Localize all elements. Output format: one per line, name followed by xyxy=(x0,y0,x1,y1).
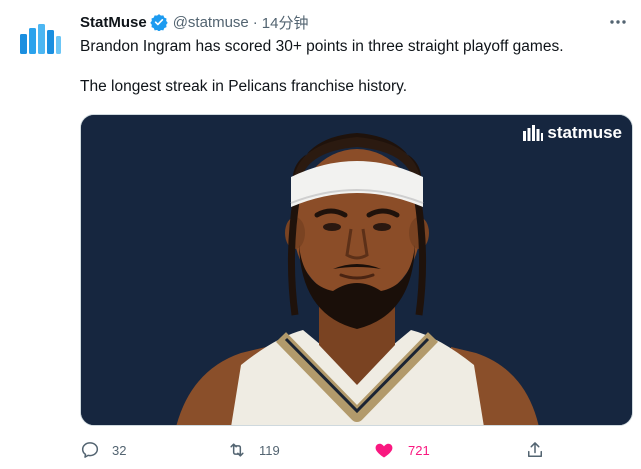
tweet-header: StatMuse @statmuse · 14分钟 xyxy=(80,10,625,34)
statmuse-logo-icon xyxy=(20,24,61,54)
more-icon xyxy=(610,20,626,24)
tweet-timestamp[interactable]: 14分钟 xyxy=(262,12,309,33)
author-name[interactable]: StatMuse xyxy=(80,14,147,31)
share-icon xyxy=(528,442,542,457)
share-button[interactable] xyxy=(525,440,545,460)
like-button[interactable]: 721 xyxy=(374,440,430,460)
author-handle[interactable]: @statmuse xyxy=(173,14,249,31)
separator-dot: · xyxy=(252,13,258,31)
tweet-text: Brandon Ingram has scored 30+ points in … xyxy=(80,37,625,97)
player-illustration xyxy=(81,115,632,425)
retweet-count: 119 xyxy=(259,442,280,458)
like-count: 721 xyxy=(408,442,430,458)
tweet-action-bar: 32 119 721 xyxy=(80,440,550,464)
tweet-text-line: Brandon Ingram has scored 30+ points in … xyxy=(80,38,564,55)
more-button[interactable] xyxy=(607,12,629,32)
retweet-button[interactable]: 119 xyxy=(227,440,280,460)
reply-icon xyxy=(81,442,99,458)
brand-label: statmuse xyxy=(547,123,622,142)
media-brand-logo: statmuse xyxy=(523,123,622,143)
reply-button[interactable]: 32 xyxy=(80,440,126,460)
tweet-media-image[interactable]: statmuse xyxy=(80,114,633,426)
tweet-text-line: The longest streak in Pelicans franchise… xyxy=(80,78,408,95)
avatar[interactable] xyxy=(16,14,64,62)
statmuse-logo-icon xyxy=(523,125,544,141)
heart-icon xyxy=(375,443,393,458)
retweet-icon xyxy=(230,443,244,457)
verified-badge-icon xyxy=(149,14,168,31)
reply-count: 32 xyxy=(112,442,127,458)
